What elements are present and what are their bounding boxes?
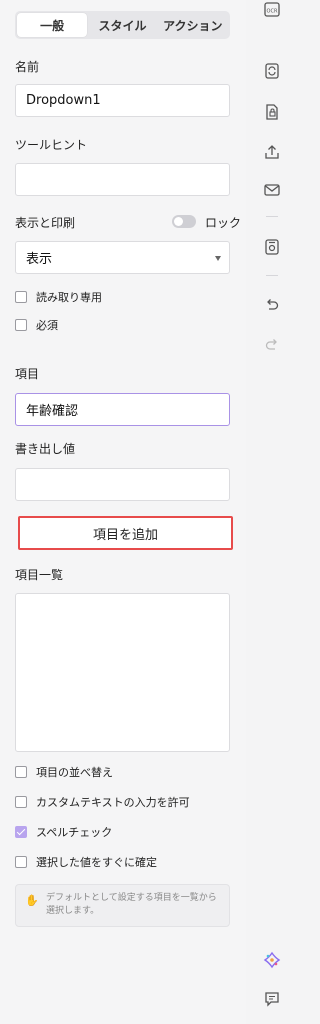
item-field[interactable]: 年齢確認 [15,393,230,426]
tooltip-label: ツールヒント [15,138,88,152]
item-list-box[interactable] [15,593,230,752]
readonly-checkbox[interactable]: 読み取り専用 [15,289,102,305]
sort-items-checkbox-label: 項目の並べ替え [36,766,113,779]
toolbar-divider [266,275,278,276]
convert-icon[interactable] [263,62,281,80]
tooltip-field[interactable] [15,163,230,196]
tab-action[interactable]: アクション [158,13,228,37]
redo-icon[interactable] [263,336,281,354]
readonly-checkbox-box[interactable] [15,291,27,303]
properties-panel: 一般 スタイル アクション 名前 Dropdown1 ツールヒント 表示と印刷 … [0,0,246,1024]
item-label: 項目 [15,367,40,381]
spellcheck-checkbox[interactable]: スペルチェック [15,824,112,840]
svg-text:OCR: OCR [267,9,278,15]
custom-text-checkbox-box[interactable] [15,796,27,808]
lock-toggle[interactable] [172,215,196,228]
share-icon[interactable] [263,143,281,161]
spellcheck-checkbox-box[interactable] [15,826,27,838]
toolbar-divider [266,216,278,217]
commit-immediately-checkbox-label: 選択した値をすぐに確定 [36,856,157,869]
add-item-button[interactable]: 項目を追加 [18,516,233,550]
email-icon[interactable] [263,181,281,199]
spellcheck-checkbox-label: スペルチェック [36,826,113,839]
undo-icon[interactable] [263,296,281,314]
readonly-checkbox-label: 読み取り専用 [36,291,102,304]
ai-assistant-icon[interactable] [263,951,281,969]
lock-label: ロック [205,216,242,230]
custom-text-checkbox-label: カスタムテキストの入力を許可 [36,796,190,809]
tab-bar: 一般 スタイル アクション [15,11,230,39]
commit-immediately-checkbox[interactable]: 選択した値をすぐに確定 [15,854,157,870]
required-checkbox-label: 必須 [36,319,58,332]
custom-text-checkbox[interactable]: カスタムテキストの入力を許可 [15,794,190,810]
export-value-label: 書き出し値 [15,442,76,456]
sort-items-checkbox[interactable]: 項目の並べ替え [15,764,113,780]
save-icon[interactable] [263,238,281,256]
display-print-label: 表示と印刷 [15,216,76,230]
required-checkbox-box[interactable] [15,319,27,331]
display-select[interactable]: 表示 [15,241,230,274]
hint-text: デフォルトとして設定する項目を一覧から選択します。 [46,893,217,916]
comment-icon[interactable] [263,990,281,1008]
tab-style[interactable]: スタイル [87,13,157,37]
hand-pointer-icon: ✋ [25,894,39,907]
ocr-icon[interactable]: OCR [263,0,281,18]
item-list-label: 項目一覧 [15,568,64,582]
tab-general[interactable]: 一般 [17,13,88,37]
display-select-value: 表示 [26,252,53,267]
hint-box: ✋ デフォルトとして設定する項目を一覧から選択します。 [15,884,230,927]
chevron-down-icon [215,256,221,261]
name-field[interactable]: Dropdown1 [15,84,230,117]
commit-immediately-checkbox-box[interactable] [15,856,27,868]
export-value-field[interactable] [15,468,230,501]
required-checkbox[interactable]: 必須 [15,317,58,333]
name-label: 名前 [15,60,40,74]
protect-file-icon[interactable] [263,103,281,121]
sort-items-checkbox-box[interactable] [15,766,27,778]
